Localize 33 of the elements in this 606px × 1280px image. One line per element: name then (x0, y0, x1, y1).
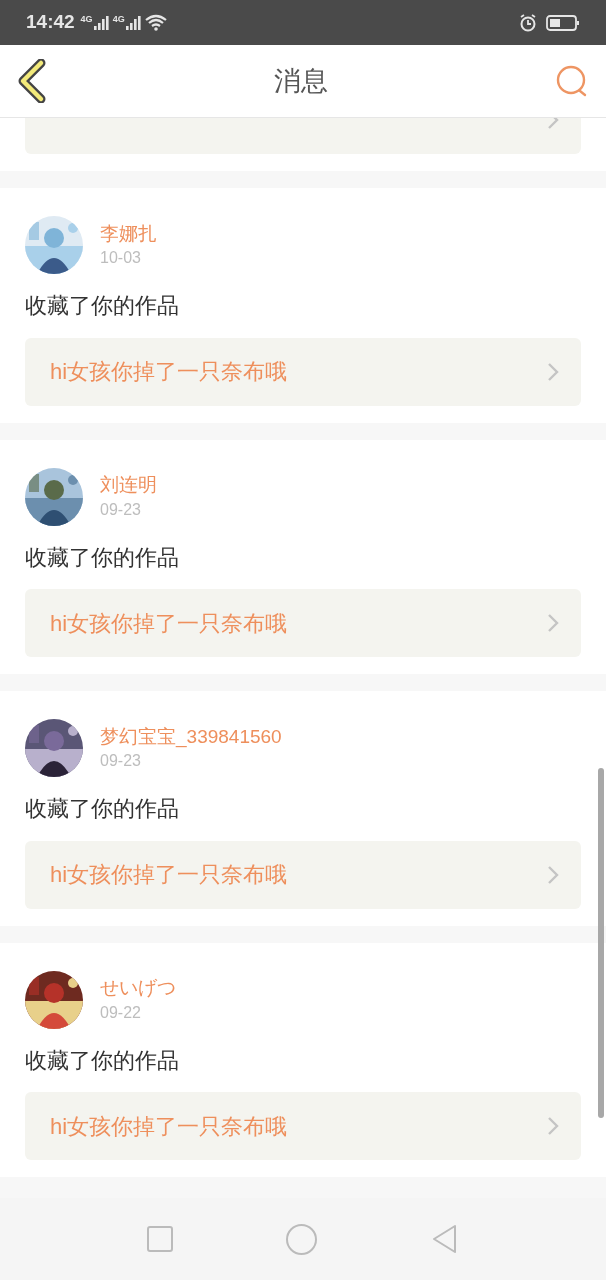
recent-apps-button[interactable] (146, 1226, 173, 1252)
chevron-right-icon (547, 1116, 559, 1136)
battery-icon (546, 13, 580, 32)
message-text: 收藏了你的作品 (25, 1046, 180, 1074)
scrollbar[interactable] (598, 768, 604, 1118)
message-text: 收藏了你的作品 (25, 795, 180, 823)
page-title: 消息 (274, 64, 328, 98)
signal-icon (124, 14, 141, 31)
message-date: 10-03 (100, 248, 142, 269)
status-time: 14:42 (26, 10, 75, 35)
work-link[interactable]: hi女孩你掉了一只奈布哦 (25, 1092, 581, 1160)
work-link[interactable]: hi女孩你掉了一只奈布哦 (25, 589, 581, 657)
chevron-right-icon (547, 864, 559, 885)
network-label: 4G (80, 14, 93, 24)
wifi-icon (144, 14, 167, 31)
work-link[interactable]: hi女孩你掉了一只奈布哦 (25, 840, 581, 909)
message-text: 收藏了你的作品 (25, 543, 180, 571)
message-text: 收藏了你的作品 (25, 292, 180, 320)
user-name[interactable]: 梦幻宝宝_339841560 (100, 724, 282, 749)
home-button[interactable] (286, 1223, 318, 1255)
chevron-right-icon (547, 613, 559, 633)
signal-icon (92, 14, 109, 31)
back-button[interactable] (16, 58, 48, 104)
user-name[interactable]: 李娜扎 (100, 221, 157, 246)
network-label: 4G (112, 14, 125, 24)
work-link[interactable]: hi女孩你掉了一只奈布哦 (25, 337, 581, 406)
message-date: 09-23 (100, 751, 142, 772)
chevron-right-icon (547, 361, 559, 382)
user-name[interactable]: せいげつ (100, 976, 176, 1000)
message-date: 09-23 (100, 499, 142, 520)
message-date: 09-22 (100, 1002, 142, 1023)
user-name[interactable]: 刘连明 (100, 473, 157, 497)
alarm-icon (519, 13, 537, 32)
